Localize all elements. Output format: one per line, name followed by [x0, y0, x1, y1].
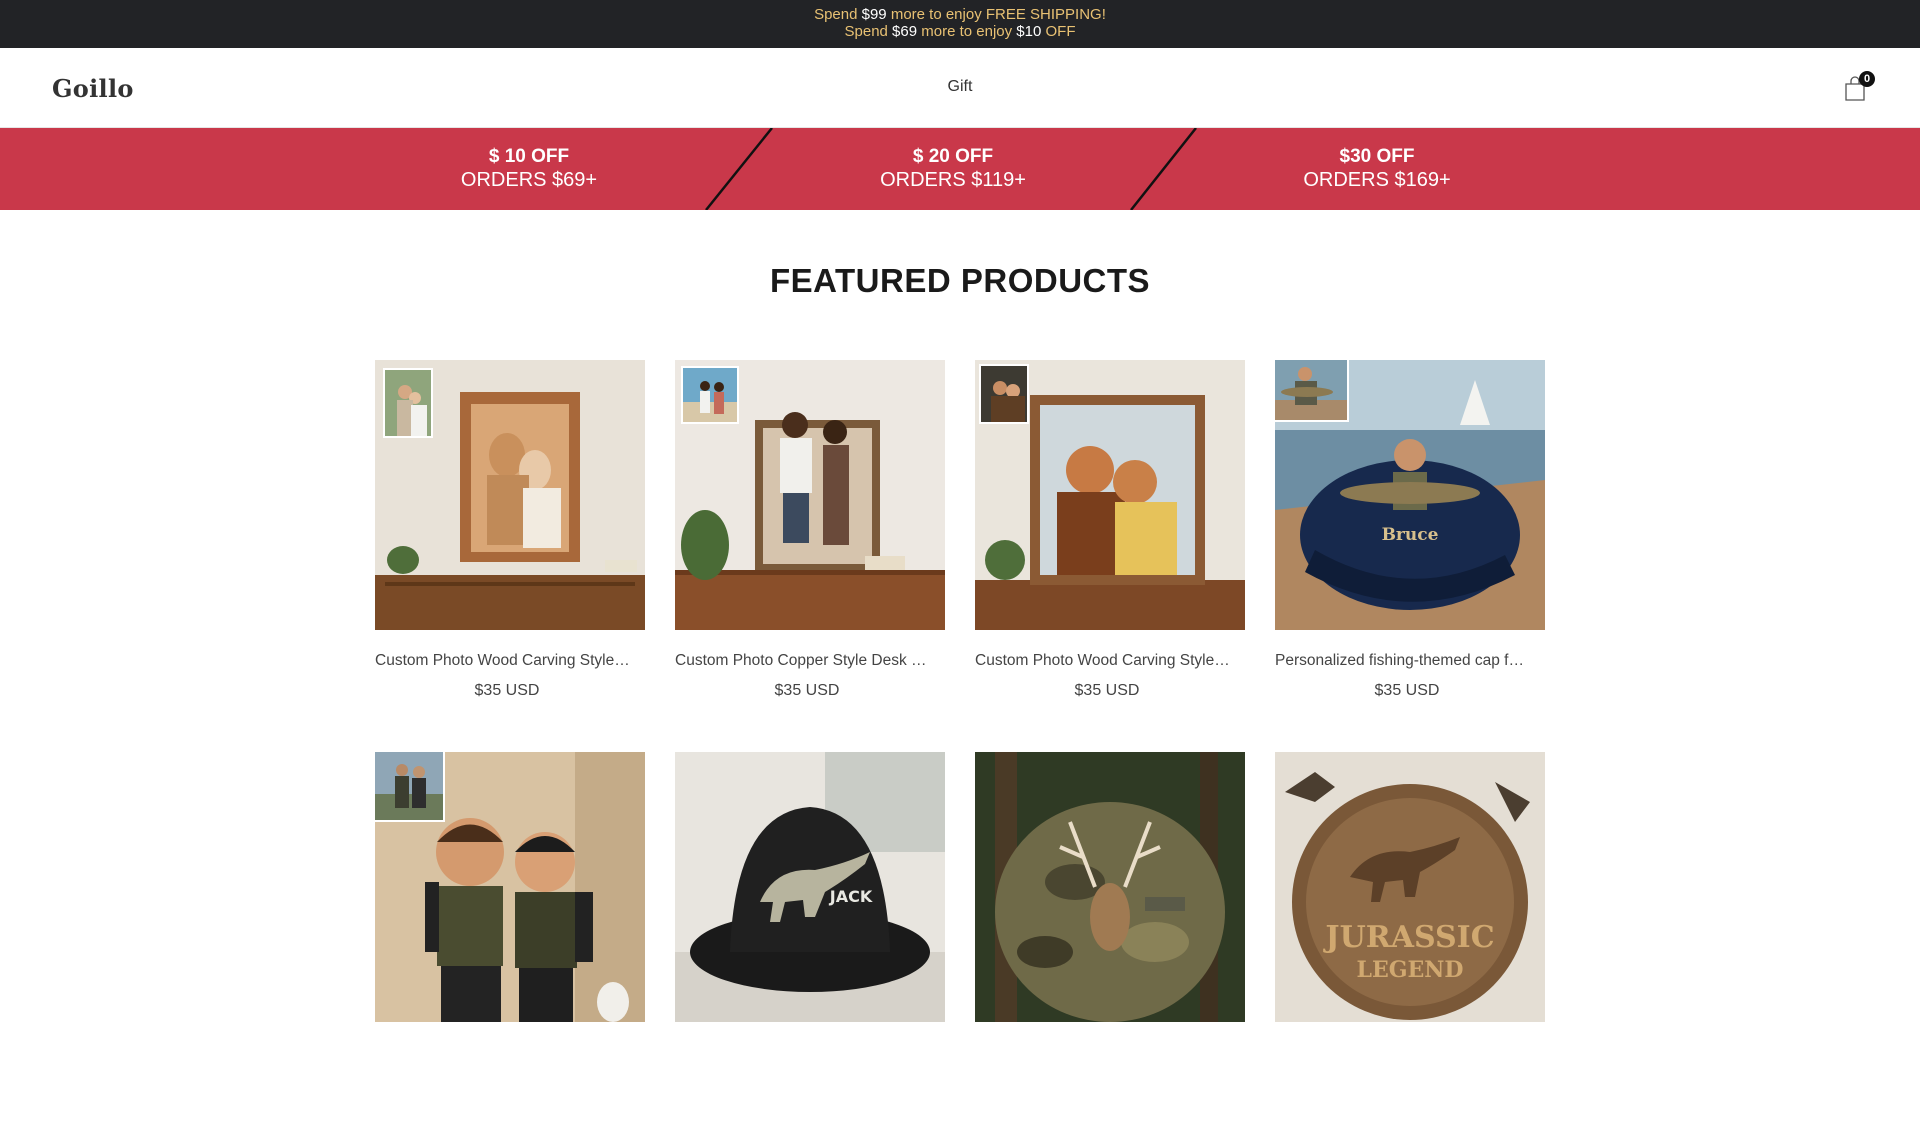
product-title[interactable]: Custom Photo Wood Carving Style… — [975, 652, 1245, 670]
product-image[interactable]: JACK — [675, 752, 945, 1022]
product-card[interactable]: Custom Photo Copper Style Desk … $35 USD — [675, 360, 945, 752]
hat-text: JACK — [829, 887, 873, 906]
promo-discount: $ 10 OFF — [488, 146, 570, 167]
promo-threshold: ORDERS $169+ — [1303, 169, 1451, 191]
customer-photo — [385, 370, 431, 436]
product-grid: Custom Photo Wood Carving Style… $35 USD — [375, 360, 1546, 1144]
deer-camo-cap-image — [975, 752, 1245, 1022]
product-card[interactable]: Custom Photo Wood Carving Style… $35 USD — [375, 360, 645, 752]
promo-tier-1: $ 10 OFF ORDERS $69+ — [349, 146, 709, 192]
customer-photo-inset — [681, 366, 739, 424]
announcement-line-2: Spend $69 more to enjoy $10 OFF — [0, 23, 1920, 40]
sign-text-1: JURASSIC — [1322, 920, 1494, 955]
site-header: Goillo Gift 0 — [0, 48, 1920, 128]
customer-photo-inset — [375, 752, 445, 822]
jurassic-sign-image: JURASSIC LEGEND — [1275, 752, 1545, 1022]
product-title[interactable]: Custom Photo Wood Carving Style… — [375, 652, 645, 670]
customer-photo-inset — [1275, 360, 1349, 422]
announcement-text: Spend — [814, 6, 862, 23]
product-image[interactable] — [375, 360, 645, 630]
cart-count-badge: 0 — [1859, 71, 1875, 87]
featured-products-title: FEATURED PRODUCTS — [769, 262, 1151, 299]
promo-threshold: ORDERS $119+ — [880, 169, 1026, 191]
product-card[interactable] — [375, 752, 645, 1144]
product-image[interactable] — [975, 360, 1245, 630]
promo-tier-3: $30 OFF ORDERS $169+ — [1197, 146, 1557, 192]
promo-tier-2: $ 20 OFF ORDERS $119+ — [773, 146, 1133, 192]
announcement-text: OFF — [1041, 23, 1076, 40]
cap-text: Bruce — [1382, 525, 1439, 545]
product-card[interactable] — [975, 752, 1245, 1144]
product-title[interactable]: Custom Photo Copper Style Desk … — [675, 652, 945, 670]
announcement-text: Spend — [844, 23, 893, 40]
announcement-amount: $99 — [861, 6, 887, 23]
nav-item-gift[interactable]: Gift — [948, 78, 973, 95]
announcement-text: more to enjoy FREE SHIPPING! — [886, 6, 1106, 23]
customer-photo — [683, 368, 737, 422]
customer-photo — [375, 752, 443, 820]
product-image[interactable] — [675, 360, 945, 630]
promo-discount: $30 OFF — [1339, 146, 1415, 167]
customer-photo-inset — [383, 368, 433, 438]
main-nav: Gift — [0, 78, 1920, 96]
product-price: $35 USD — [1374, 682, 1440, 699]
cart-button[interactable]: 0 — [1844, 71, 1875, 102]
customer-photo-inset — [979, 364, 1029, 424]
product-image[interactable]: JURASSIC LEGEND — [1275, 752, 1545, 1022]
announcement-line-1: Spend $99 more to enjoy FREE SHIPPING! — [0, 6, 1920, 23]
announcement-amount: $10 — [1016, 23, 1042, 40]
product-card[interactable]: Bruce Personalized fishing-themed cap f…… — [1275, 360, 1545, 752]
announcement-text: more to enjoy — [917, 23, 1017, 40]
product-image[interactable] — [375, 752, 645, 1022]
promo-discount: $ 20 OFF — [912, 146, 994, 167]
promo-banner[interactable]: $ 10 OFF ORDERS $69+ $ 20 OFF ORDERS $11… — [0, 128, 1920, 210]
product-card[interactable]: JACK — [675, 752, 945, 1144]
product-price: $35 USD — [474, 682, 540, 699]
product-card[interactable]: JURASSIC LEGEND — [1275, 752, 1545, 1144]
dinosaur-bucket-hat-image: JACK — [675, 752, 945, 1022]
product-image[interactable] — [975, 752, 1245, 1022]
announcement-bar: Spend $99 more to enjoy FREE SHIPPING! S… — [0, 0, 1920, 48]
product-card[interactable]: Custom Photo Wood Carving Style… $35 USD — [975, 360, 1245, 752]
announcement-amount: $69 — [892, 23, 918, 40]
customer-photo — [981, 366, 1027, 422]
customer-photo — [1275, 360, 1347, 420]
product-price: $35 USD — [774, 682, 840, 699]
product-title[interactable]: Personalized fishing-themed cap f… — [1275, 652, 1545, 670]
product-price: $35 USD — [1074, 682, 1140, 699]
product-image[interactable]: Bruce — [1275, 360, 1545, 630]
sign-text-2: LEGEND — [1357, 957, 1464, 983]
promo-threshold: ORDERS $69+ — [460, 169, 598, 191]
